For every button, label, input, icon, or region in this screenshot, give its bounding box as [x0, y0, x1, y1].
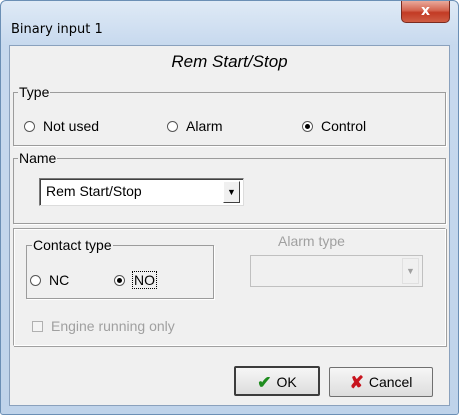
cancel-label: Cancel — [368, 374, 413, 390]
radio-alarm-dot[interactable] — [167, 121, 178, 132]
ok-button[interactable]: ✔ OK — [234, 366, 320, 396]
close-button[interactable]: x — [401, 1, 450, 23]
chevron-down-icon[interactable]: ▼ — [223, 181, 240, 203]
dialog-window: Binary input 1 x Rem Start/Stop Type Not… — [0, 0, 459, 415]
name-group: Name Rem Start/Stop ▼ — [13, 150, 446, 224]
name-group-label: Name — [18, 150, 58, 166]
radio-no[interactable]: NO — [114, 271, 157, 289]
close-icon: x — [420, 3, 431, 19]
alarm-type-label: Alarm type — [278, 233, 345, 249]
radio-nc-dot[interactable] — [30, 275, 41, 286]
radio-not-used-label: Not used — [43, 118, 100, 134]
window-title: Binary input 1 — [11, 22, 103, 37]
radio-control[interactable]: Control — [302, 117, 366, 135]
alarm-type-combo[interactable]: ▼ — [250, 255, 423, 287]
radio-alarm-label: Alarm — [186, 118, 223, 134]
cancel-button[interactable]: ✘ Cancel — [329, 367, 433, 397]
title-bar[interactable]: Binary input 1 x — [1, 1, 458, 45]
type-group: Type Not used Alarm Control — [13, 84, 446, 146]
type-group-label: Type — [18, 84, 51, 100]
cross-icon: ✘ — [349, 373, 364, 392]
radio-no-label: NO — [132, 271, 157, 289]
input-heading: Rem Start/Stop — [171, 52, 288, 71]
dialog-client-area: Rem Start/Stop Type Not used Alarm Contr… — [9, 45, 450, 406]
radio-control-label: Control — [321, 118, 367, 134]
contact-type-group: Contact type NC NO — [26, 237, 214, 299]
radio-not-used[interactable]: Not used — [24, 117, 99, 135]
radio-nc[interactable]: NC — [30, 271, 69, 289]
check-icon: ✔ — [257, 373, 272, 392]
radio-alarm[interactable]: Alarm — [167, 117, 223, 135]
checkbox-box[interactable] — [32, 321, 43, 332]
chevron-down-icon[interactable]: ▼ — [402, 258, 419, 284]
ok-label: OK — [276, 374, 297, 390]
name-combo[interactable]: Rem Start/Stop ▼ — [39, 178, 244, 206]
name-combo-value: Rem Start/Stop — [46, 183, 142, 199]
radio-nc-label: NC — [49, 272, 70, 288]
radio-not-used-dot[interactable] — [24, 121, 35, 132]
engine-running-only-checkbox[interactable]: Engine running only — [32, 317, 175, 335]
contact-type-label: Contact type — [32, 237, 113, 253]
radio-control-dot[interactable] — [302, 121, 313, 132]
radio-no-dot[interactable] — [114, 275, 125, 286]
engine-running-only-label: Engine running only — [51, 318, 175, 334]
